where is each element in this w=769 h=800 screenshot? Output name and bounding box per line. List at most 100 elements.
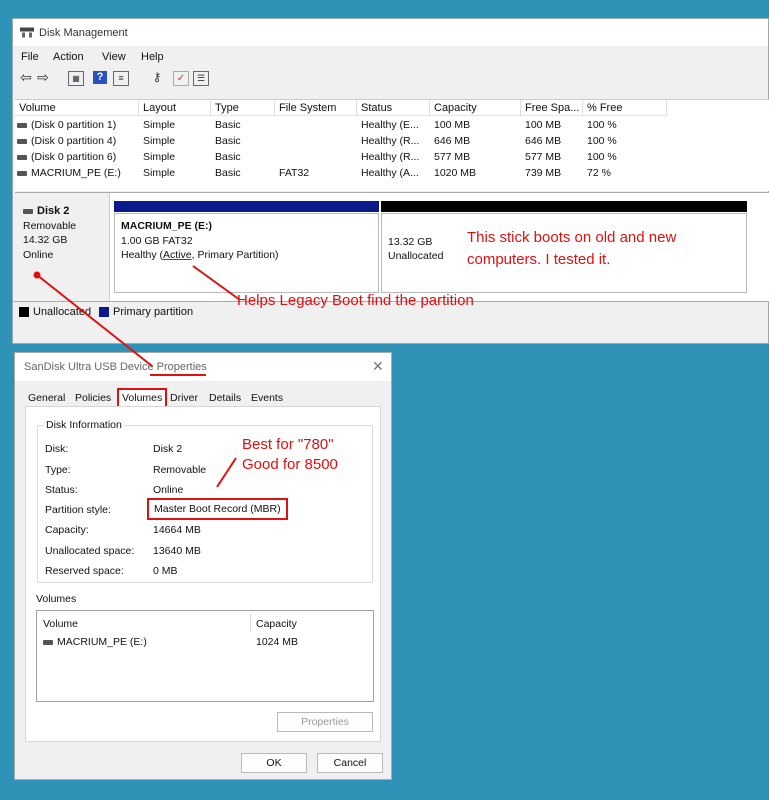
tab-driver[interactable]: Driver	[167, 390, 201, 407]
unallocated-label: Unallocated	[388, 250, 444, 262]
column-header-file-system[interactable]: File System	[275, 100, 357, 116]
cell-type: Basic	[215, 167, 241, 179]
drive-icon	[17, 170, 27, 176]
back-arrow-icon[interactable]: ⇦	[19, 70, 33, 84]
column-header-capacity[interactable]: Capacity	[430, 100, 521, 116]
cell-status: Healthy (R...	[361, 135, 420, 147]
properties-button[interactable]: Properties	[277, 712, 373, 732]
tab-events[interactable]: Events	[248, 390, 286, 407]
cell-percent-free: 100 %	[587, 119, 617, 131]
legend-unallocated: Unallocated	[33, 306, 92, 318]
menu-file[interactable]: File	[21, 51, 39, 63]
grid-view-icon[interactable]: ▦	[68, 71, 84, 86]
field-label-status: Status:	[45, 484, 78, 496]
legacy-note: Helps Legacy Boot find the partition	[237, 292, 474, 309]
disk-name: Disk 2	[23, 205, 69, 217]
disk-size: 14.32 GB	[23, 234, 68, 246]
drive-icon	[43, 639, 53, 645]
field-value-type: Removable	[153, 464, 207, 476]
disk-kind: Removable	[23, 220, 77, 232]
disk-label-panel[interactable]: Disk 2 Removable 14.32 GB Online	[15, 193, 110, 301]
cell-type: Basic	[215, 135, 241, 147]
key-icon[interactable]: ⚷	[150, 71, 164, 84]
field-label-unallocated: Unallocated space:	[45, 545, 135, 557]
tab-details[interactable]: Details	[206, 390, 244, 407]
forward-arrow-icon[interactable]: ⇨	[36, 70, 50, 84]
help-icon[interactable]: ?	[93, 71, 107, 84]
check-icon[interactable]: ✓	[173, 71, 189, 86]
cell-capacity: 577 MB	[434, 151, 471, 163]
menu-view[interactable]: View	[102, 51, 126, 63]
cell-percent-free: 72 %	[587, 167, 611, 179]
volume-name: MACRIUM_PE (E:)	[43, 636, 147, 648]
cell-layout: Simple	[143, 135, 176, 147]
cell-volume: (Disk 0 partition 4)	[17, 134, 139, 149]
cell-capacity: 100 MB	[434, 119, 471, 131]
column-header-type[interactable]: Type	[211, 100, 275, 116]
cell-status: Healthy (R...	[361, 151, 420, 163]
cell-capacity: 646 MB	[434, 135, 471, 147]
menu-bar: File Action View Help	[13, 48, 768, 66]
menu-help[interactable]: Help	[141, 51, 164, 63]
best-note-line2: Good for 8500	[242, 456, 338, 473]
column-header-status[interactable]: Status	[357, 100, 430, 116]
cell-layout: Simple	[143, 119, 176, 131]
field-value-unallocated: 13640 MB	[153, 545, 201, 557]
volumes-section-title: Volumes	[36, 593, 77, 605]
dialog-title: SanDisk Ultra USB Device Properties	[24, 361, 207, 373]
ok-button[interactable]: OK	[241, 753, 307, 773]
unallocated-size: 13.32 GB	[388, 236, 433, 248]
cell-volume: MACRIUM_PE (E:)	[17, 166, 139, 181]
volumes-list: Volume Capacity MACRIUM_PE (E:) 1024 MB	[36, 610, 374, 702]
partition-macrium[interactable]: MACRIUM_PE (E:) 1.00 GB FAT32 Healthy (A…	[114, 201, 379, 295]
column-header-volume[interactable]: Volume	[43, 618, 78, 630]
column-divider	[250, 614, 251, 632]
group-title: Disk Information	[44, 419, 124, 431]
column-header-percent-free[interactable]: % Free	[583, 100, 667, 116]
list-icon[interactable]: ≡	[113, 71, 129, 86]
boots-note-line1: This stick boots on old and new	[467, 229, 677, 246]
field-label-capacity: Capacity:	[45, 524, 89, 536]
field-label-reserved: Reserved space:	[45, 565, 124, 577]
partition-name: MACRIUM_PE (E:)	[121, 220, 212, 232]
toolbar: ⇦ ⇨ ▦ ? ≡ ⚷ ✓ ☰	[13, 67, 768, 89]
properties-icon[interactable]: ☰	[193, 71, 209, 86]
column-header-layout[interactable]: Layout	[139, 100, 211, 116]
close-icon[interactable]: ✕	[372, 358, 384, 375]
properties-dialog: SanDisk Ultra USB Device Properties ✕ Ge…	[14, 352, 392, 780]
field-value-partition-style: Master Boot Record (MBR)	[147, 498, 288, 520]
disk-management-icon	[20, 27, 34, 38]
volume-list: Volume Layout Type File System Status Ca…	[15, 99, 769, 191]
column-header-capacity[interactable]: Capacity	[256, 618, 297, 630]
tab-policies[interactable]: Policies	[72, 390, 114, 407]
field-label-partition-style: Partition style:	[45, 504, 111, 516]
boots-note-line2: computers. I tested it.	[467, 251, 611, 268]
cell-free-space: 646 MB	[525, 135, 562, 147]
column-header-free-space[interactable]: Free Spa...	[521, 100, 583, 116]
best-note-line1: Best for "780"	[242, 436, 334, 453]
partition-body: MACRIUM_PE (E:) 1.00 GB FAT32 Healthy (A…	[114, 213, 379, 293]
partition-unallocated[interactable]: 13.32 GB Unallocated	[381, 201, 747, 295]
cell-percent-free: 100 %	[587, 135, 617, 147]
menu-action[interactable]: Action	[53, 51, 84, 63]
partition-size-fs: 1.00 GB FAT32	[121, 235, 193, 247]
tab-general[interactable]: General	[25, 390, 68, 407]
field-value-status: Online	[153, 484, 184, 496]
cell-free-space: 739 MB	[525, 167, 562, 179]
cell-free-space: 100 MB	[525, 119, 562, 131]
cell-file-system: FAT32	[279, 167, 310, 179]
partition-status: Healthy (Active, Primary Partition)	[121, 249, 279, 261]
cell-capacity: 1020 MB	[434, 167, 477, 179]
cell-layout: Simple	[143, 167, 176, 179]
cancel-button[interactable]: Cancel	[317, 753, 383, 773]
column-header-volume[interactable]: Volume	[15, 100, 139, 116]
title-bar: Disk Management	[13, 19, 768, 46]
legend-primary: Primary partition	[113, 306, 194, 318]
field-label-type: Type:	[45, 464, 71, 476]
cell-layout: Simple	[143, 151, 176, 163]
primary-swatch	[99, 307, 109, 317]
drive-icon	[17, 138, 27, 144]
field-label-disk: Disk:	[45, 443, 69, 455]
active-flag: Active	[163, 249, 192, 261]
volume-capacity: 1024 MB	[256, 636, 299, 648]
